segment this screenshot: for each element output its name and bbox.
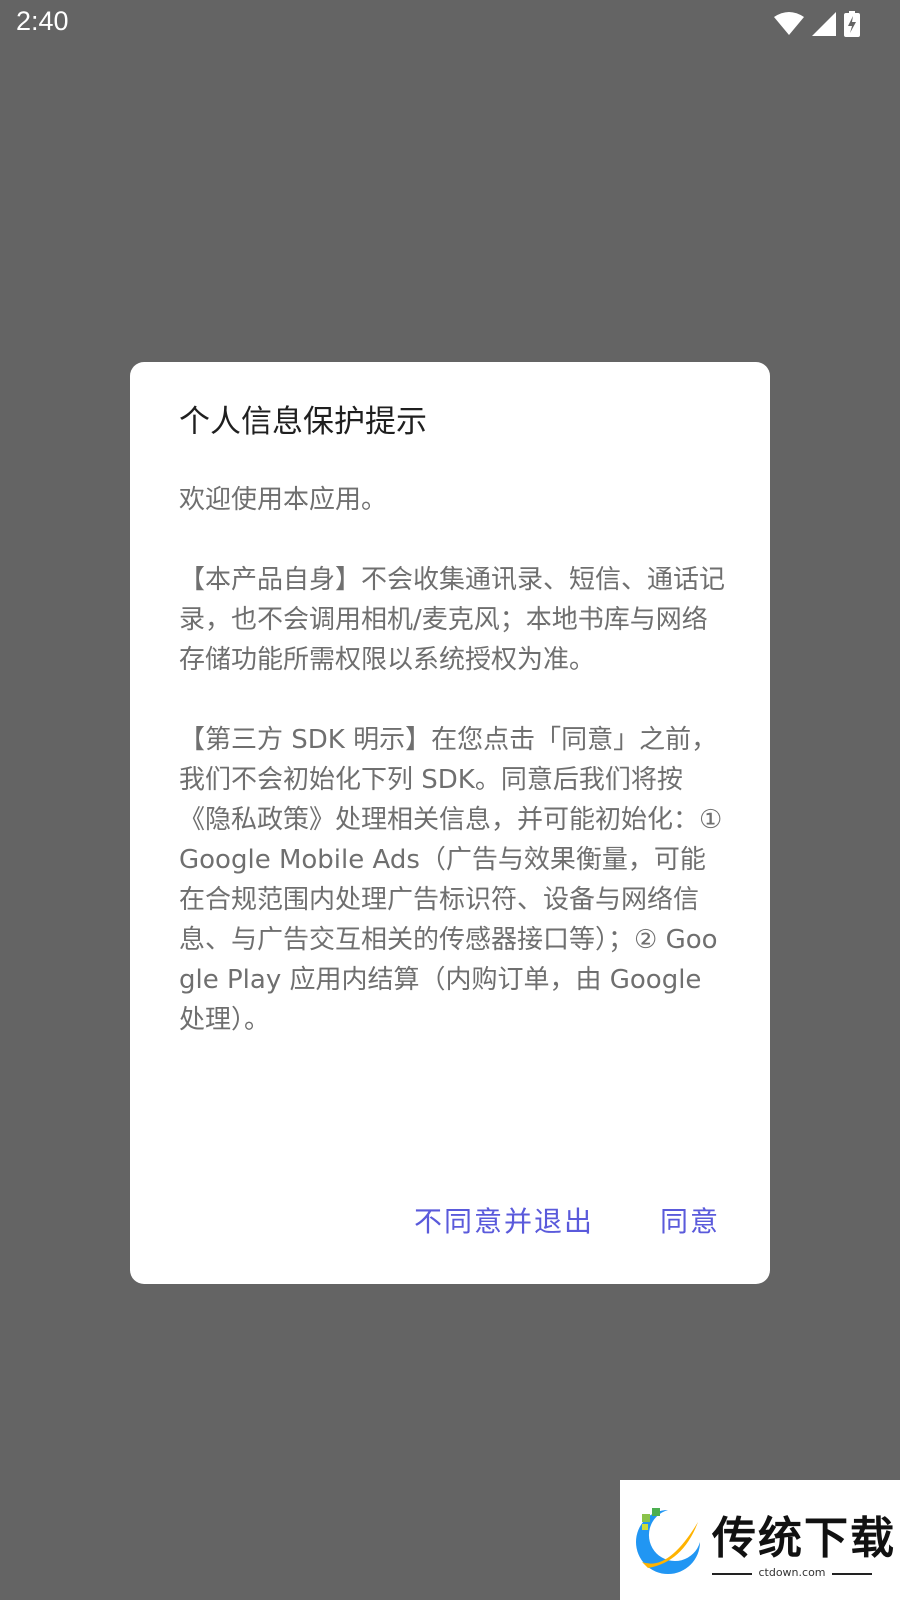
wifi-icon <box>774 12 804 36</box>
watermark-divider-right <box>832 1573 872 1575</box>
dialog-actions: 不同意并退出 同意 <box>414 1200 720 1240</box>
cell-signal-icon <box>812 12 836 36</box>
status-bar: 2:40 <box>0 0 900 48</box>
screen: 2:40 个人信息保护提示 欢迎使用本应用。 【本产品自身】不会收集通讯录、短信… <box>0 0 900 1600</box>
status-time: 2:40 <box>16 6 69 36</box>
status-icons <box>774 10 860 38</box>
battery-charging-icon <box>844 11 860 37</box>
watermark-logo: 传统下载 ctdown.com <box>620 1480 900 1600</box>
accept-button[interactable]: 同意 <box>660 1200 720 1240</box>
dialog-body: 欢迎使用本应用。 【本产品自身】不会收集通讯录、短信、通话记录，也不会调用相机/… <box>179 485 726 1035</box>
dialog-title: 个人信息保护提示 <box>179 404 427 440</box>
privacy-dialog: 个人信息保护提示 欢迎使用本应用。 【本产品自身】不会收集通讯录、短信、通话记录… <box>130 362 770 1284</box>
decline-exit-button[interactable]: 不同意并退出 <box>414 1200 594 1240</box>
watermark-name: 传统下载 <box>712 1513 896 1564</box>
